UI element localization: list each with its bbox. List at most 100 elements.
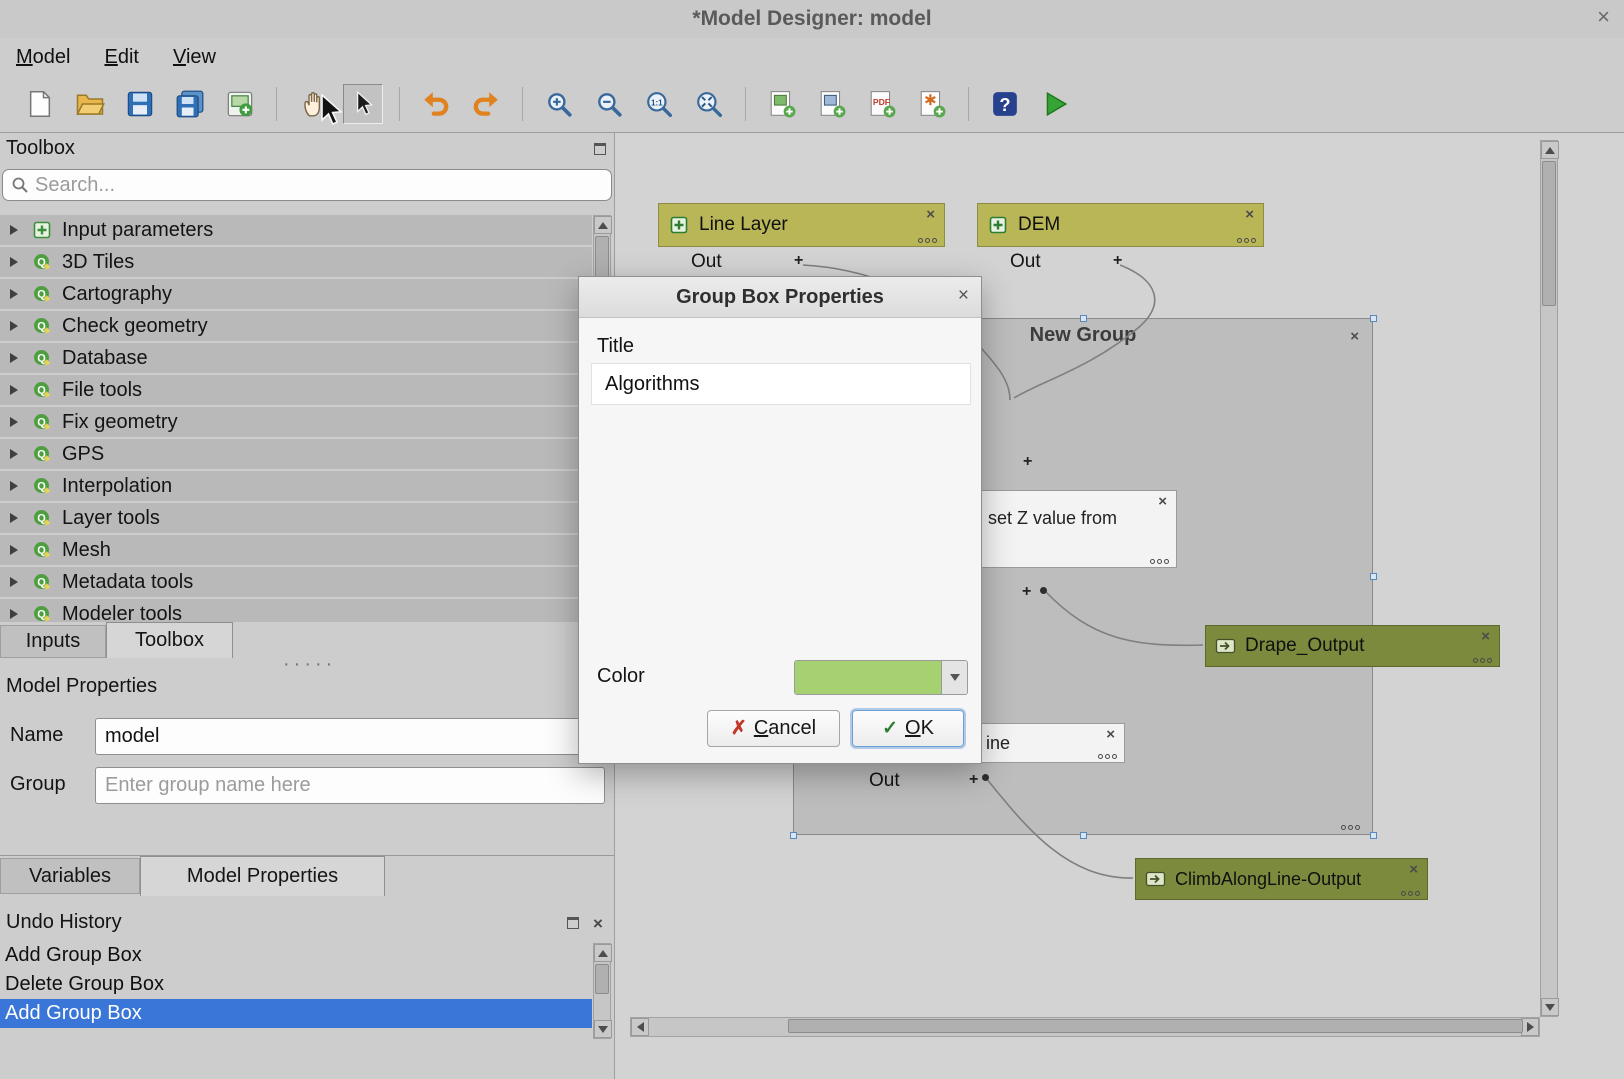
- scroll-up-button[interactable]: [594, 944, 612, 962]
- pan-tool-button[interactable]: [293, 84, 333, 124]
- toolbox-item-metadata-tools[interactable]: Q Metadata tools: [0, 567, 592, 597]
- undo-button[interactable]: [416, 84, 456, 124]
- canvas-vertical-scrollbar[interactable]: [1540, 140, 1558, 1017]
- expand-caret-icon[interactable]: [10, 257, 18, 267]
- scroll-right-button[interactable]: [1521, 1018, 1539, 1036]
- group-link-dots-icon[interactable]: [1341, 825, 1360, 830]
- scroll-up-button[interactable]: [1541, 141, 1559, 159]
- expand-caret-icon[interactable]: [10, 513, 18, 523]
- toolbox-item-fix-geometry[interactable]: Q Fix geometry: [0, 407, 592, 437]
- node-link-dots-icon[interactable]: [1237, 238, 1256, 243]
- toolbox-item-gps[interactable]: Q GPS: [0, 439, 592, 469]
- zoom-in-button[interactable]: [539, 84, 579, 124]
- model-name-input[interactable]: [95, 718, 605, 755]
- scrollbar-track[interactable]: [594, 962, 610, 1020]
- scrollbar-thumb[interactable]: [788, 1019, 1523, 1033]
- scroll-down-button[interactable]: [594, 1020, 612, 1038]
- node-dem[interactable]: DEM ×: [977, 203, 1264, 247]
- node-link-dots-icon[interactable]: [1150, 559, 1169, 564]
- scrollbar-track[interactable]: [1541, 159, 1557, 998]
- splitter-handle[interactable]: ·····: [283, 653, 336, 676]
- toolbox-item-3d-tiles[interactable]: Q 3D Tiles: [0, 247, 592, 277]
- expand-caret-icon[interactable]: [10, 609, 18, 619]
- group-box-properties-dialog[interactable]: Group Box Properties × Title Color ✗ Can…: [578, 276, 982, 764]
- cancel-button[interactable]: ✗ Cancel: [707, 710, 840, 747]
- new-model-button[interactable]: [20, 84, 60, 124]
- dropdown-button[interactable]: [942, 661, 967, 694]
- expand-caret-icon[interactable]: [10, 289, 18, 299]
- node-link-dots-icon[interactable]: [918, 238, 937, 243]
- scroll-down-button[interactable]: [1541, 998, 1559, 1016]
- scrollbar-thumb[interactable]: [595, 964, 609, 994]
- node-collapse-icon[interactable]: ×: [1409, 862, 1418, 877]
- node-line-layer[interactable]: Line Layer ×: [658, 203, 945, 247]
- node-collapse-icon[interactable]: ×: [1481, 629, 1490, 644]
- expand-caret-icon[interactable]: [10, 481, 18, 491]
- node-link-dots-icon[interactable]: [1401, 891, 1420, 896]
- window-titlebar[interactable]: *Model Designer: model ×: [0, 0, 1624, 38]
- toolbox-item-interpolation[interactable]: Q Interpolation: [0, 471, 592, 501]
- undo-item[interactable]: Add Group Box: [0, 941, 592, 970]
- color-dropdown[interactable]: [794, 660, 968, 695]
- toolbox-item-mesh[interactable]: Q Mesh: [0, 535, 592, 565]
- expand-caret-icon[interactable]: [10, 577, 18, 587]
- search-input[interactable]: [35, 174, 575, 197]
- toolbox-item-modeler-tools[interactable]: Q Modeler tools: [0, 599, 592, 622]
- scroll-left-button[interactable]: [631, 1018, 649, 1036]
- node-link-dots-icon[interactable]: [1098, 754, 1117, 759]
- expand-caret-icon[interactable]: [10, 545, 18, 555]
- toolbox-item-check-geometry[interactable]: Q Check geometry: [0, 311, 592, 341]
- tab-inputs[interactable]: Inputs: [0, 625, 106, 658]
- zoom-full-button[interactable]: [689, 84, 729, 124]
- expand-caret-icon[interactable]: [10, 353, 18, 363]
- toolbox-item-cartography[interactable]: Q Cartography: [0, 279, 592, 309]
- expand-caret-icon[interactable]: [10, 449, 18, 459]
- ok-button[interactable]: ✓ OK: [852, 710, 964, 747]
- dialog-titlebar[interactable]: Group Box Properties ×: [579, 277, 981, 318]
- node-collapse-icon[interactable]: ×: [1245, 207, 1254, 222]
- expand-caret-icon[interactable]: [10, 417, 18, 427]
- expand-caret-icon[interactable]: [10, 225, 18, 235]
- canvas-horizontal-scrollbar[interactable]: [630, 1017, 1540, 1037]
- export-as-pdf-button[interactable]: PDF: [862, 84, 902, 124]
- group-box-title-input[interactable]: [591, 363, 971, 405]
- toolbox-item-file-tools[interactable]: Q File tools: [0, 375, 592, 405]
- run-model-button[interactable]: [1035, 84, 1075, 124]
- zoom-out-button[interactable]: [589, 84, 629, 124]
- undo-item[interactable]: Delete Group Box: [0, 970, 592, 999]
- toolbox-item-database[interactable]: Q Database: [0, 343, 592, 373]
- group-collapse-icon[interactable]: ×: [1350, 329, 1359, 344]
- window-close-button[interactable]: ×: [1597, 4, 1610, 30]
- save-model-as-button[interactable]: [170, 84, 210, 124]
- save-model-in-project-button[interactable]: [220, 84, 260, 124]
- node-plus-toggle[interactable]: +: [1113, 252, 1122, 270]
- node-collapse-icon[interactable]: ×: [1106, 727, 1115, 742]
- menu-edit[interactable]: Edit: [104, 46, 138, 69]
- select-tool-button[interactable]: [343, 84, 383, 124]
- scrollbar-track[interactable]: [649, 1018, 1521, 1036]
- node-set-z-value[interactable]: set Z value from ×: [977, 490, 1177, 568]
- help-button[interactable]: ?: [985, 84, 1025, 124]
- node-plus-toggle[interactable]: +: [969, 771, 978, 789]
- tab-model-properties[interactable]: Model Properties: [140, 856, 385, 896]
- open-model-button[interactable]: [70, 84, 110, 124]
- node-plus-toggle[interactable]: +: [794, 252, 803, 270]
- tab-variables[interactable]: Variables: [0, 858, 140, 894]
- node-climb-along-line[interactable]: ine ×: [977, 723, 1125, 763]
- toolbox-item-input-parameters[interactable]: Input parameters: [0, 215, 592, 245]
- zoom-actual-button[interactable]: 1:1: [639, 84, 679, 124]
- model-group-input[interactable]: [95, 767, 605, 804]
- export-as-image-button[interactable]: [762, 84, 802, 124]
- undo-item-selected[interactable]: Add Group Box: [0, 999, 592, 1028]
- group-plus-toggle[interactable]: +: [1023, 453, 1032, 471]
- node-link-dots-icon[interactable]: [1473, 658, 1492, 663]
- node-plus-toggle[interactable]: +: [1022, 583, 1031, 601]
- save-model-button[interactable]: [120, 84, 160, 124]
- scrollbar-thumb[interactable]: [1542, 161, 1556, 306]
- toolbox-search[interactable]: [2, 169, 612, 201]
- toolbox-float-icon[interactable]: [594, 143, 606, 155]
- dialog-close-button[interactable]: ×: [958, 285, 969, 307]
- undo-history-close-icon[interactable]: ×: [593, 915, 603, 932]
- export-as-svg-button[interactable]: [812, 84, 852, 124]
- export-as-script-button[interactable]: [912, 84, 952, 124]
